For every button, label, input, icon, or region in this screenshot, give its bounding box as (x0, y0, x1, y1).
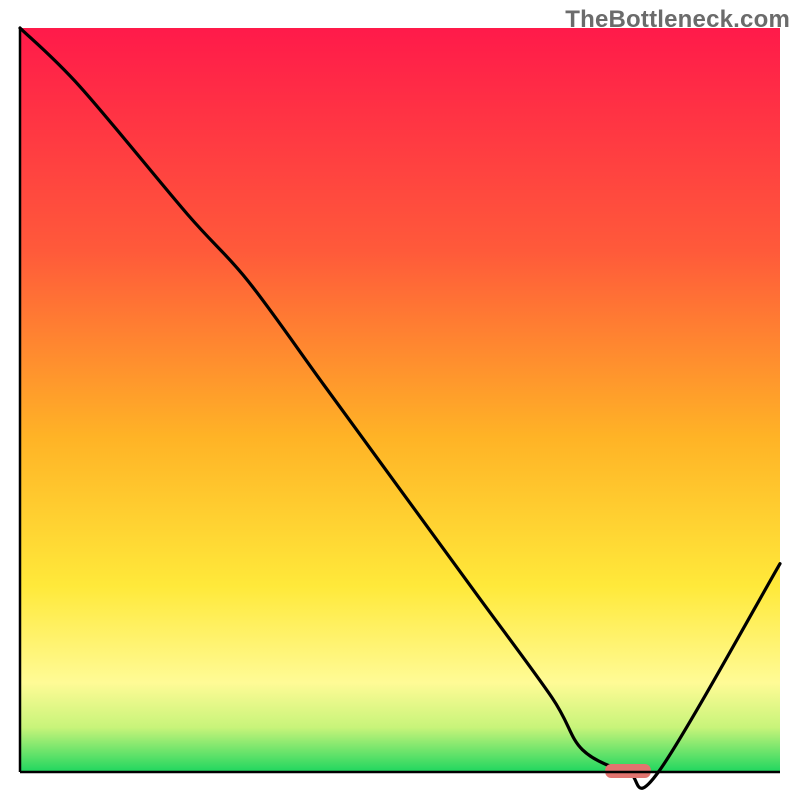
plot-area (20, 28, 780, 788)
watermark-text: TheBottleneck.com (565, 6, 790, 34)
bottleneck-chart: TheBottleneck.com (0, 0, 800, 800)
gradient-bg (20, 28, 780, 772)
chart-svg (0, 0, 800, 800)
